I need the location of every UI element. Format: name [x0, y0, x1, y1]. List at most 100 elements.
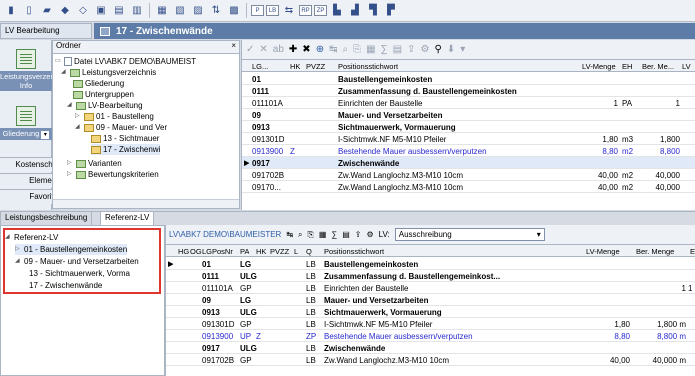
collapse-icon[interactable]: ▭ [55, 56, 62, 67]
table-row[interactable]: ▶ 0917 Zwischenwände [242, 157, 695, 169]
tree-item-lv-bearbeitung[interactable]: ◢ LV-Bearbeitung [67, 100, 143, 111]
compare-icon[interactable]: ▟ [347, 3, 363, 19]
window-icon[interactable]: ▜ [365, 3, 381, 19]
zp-button-icon[interactable]: ZP [314, 5, 327, 16]
tree-item-untergruppen[interactable]: Untergruppen [73, 89, 134, 100]
replace-icon[interactable]: ↹ [329, 44, 337, 55]
layout-icon[interactable]: ▛ [383, 3, 399, 19]
table-row[interactable]: 0913900 Z Bestehende Mauer ausbessern/verp… [242, 145, 695, 157]
table-row[interactable]: 091301D I-Sichtmwk.NF M5-M10 Pfeiler 1,80 m… [242, 133, 695, 145]
tree-item-leistungsverzeichnis[interactable]: ◢ Leistungsverzeichnis [61, 67, 156, 78]
col-hg[interactable]: HG [178, 245, 189, 258]
nav-gliederung[interactable]: Gliederung ▾ [0, 106, 52, 140]
col-lv[interactable]: LV [682, 60, 691, 73]
replace-icon[interactable]: ↹ [286, 230, 293, 239]
lb-button-icon[interactable]: LB [266, 5, 279, 16]
col-lgposnr[interactable]: LGPosNr [202, 245, 233, 258]
table-row[interactable]: 0111 ULG LB Zusammenfassung d. Baustellenge… [166, 270, 695, 282]
edit-icon[interactable]: ▦ [154, 3, 170, 19]
table-row[interactable]: 0913 Sichtmauerwerk, Vormauerung [242, 121, 695, 133]
collapsed-arrow-icon[interactable]: ▷ [75, 111, 82, 122]
print-icon[interactable]: ▤ [111, 3, 127, 19]
tree-item-gliederung[interactable]: Gliederung [73, 78, 124, 89]
col-l[interactable]: L [294, 245, 298, 258]
table-row[interactable]: 0913 ULG LB Sichtmauerwerk, Vormauerung [166, 306, 695, 318]
collapsed-arrow-icon[interactable]: ▷ [67, 158, 74, 169]
search-icon[interactable]: ⌕ [342, 44, 348, 55]
export-icon[interactable]: ◆ [57, 3, 73, 19]
nav-lv-info[interactable]: Leistungsverzeichnis Info [0, 49, 70, 91]
table-row[interactable]: 0111 Zusammenfassung d. Baustellengemeink… [242, 85, 695, 97]
paste-icon[interactable]: ▦ [319, 230, 327, 239]
col-ber-menge[interactable]: Ber. Me... [642, 60, 674, 73]
table-row[interactable]: 0917 ULG LB Zwischenwände [166, 342, 695, 354]
table-row[interactable]: 0913900 UP Z ZP Bestehende Mauer ausbessern/… [166, 330, 695, 342]
preview-icon[interactable]: ▥ [129, 3, 145, 19]
col-lv-menge[interactable]: LV-Menge [586, 245, 620, 258]
settings-icon[interactable]: ⚙ [421, 44, 430, 55]
tree-item-09[interactable]: ◢ 09 - Mauer- und Ver [75, 122, 167, 133]
remove-icon[interactable]: ✖ [302, 44, 310, 55]
sort-icon[interactable]: ⇅ [208, 3, 224, 19]
table-icon[interactable]: ▤ [342, 230, 350, 239]
col-hk[interactable]: HK [256, 245, 266, 258]
col-positionsstichwort[interactable]: Positionsstichwort [338, 60, 398, 73]
col-pvzz[interactable]: PVZZ [270, 245, 289, 258]
table-icon[interactable]: ▤ [393, 44, 402, 55]
tab-referenz-lv[interactable]: Referenz-LV [100, 212, 155, 226]
expand-arrow-icon[interactable]: ◢ [67, 100, 74, 111]
insert-icon[interactable]: ⊕ [316, 44, 324, 55]
table-row[interactable]: 091301D GP LB I-Sichtmwk.NF M5-M10 Pfeiler 1… [166, 318, 695, 330]
dropdown-arrow-icon[interactable]: ▾ [41, 131, 50, 139]
col-lg[interactable]: LG... [252, 60, 268, 73]
mark-icon[interactable]: ▨ [190, 3, 206, 19]
table-row[interactable]: 09 LG LB Mauer- und Versetzarbeiten [166, 294, 695, 306]
link-icon[interactable]: ⇆ [281, 3, 297, 19]
new-file-icon[interactable]: ▯ [21, 3, 37, 19]
move-down-icon[interactable]: ⬇ [447, 44, 455, 55]
col-pvzz[interactable]: PVZZ [306, 60, 325, 73]
col-e[interactable]: E [690, 245, 695, 258]
calc-icon[interactable]: ▩ [226, 3, 242, 19]
col-pa[interactable]: PA [240, 245, 249, 258]
expand-arrow-icon[interactable]: ◢ [75, 122, 82, 133]
text-icon[interactable]: ab [273, 44, 284, 55]
p-button-icon[interactable]: P [251, 5, 264, 16]
col-eh[interactable]: EH [622, 60, 632, 73]
table-row[interactable]: 011101A Einrichten der Baustelle 1 PA 1 [242, 97, 695, 109]
delete-icon[interactable]: ✕ [259, 44, 267, 55]
import-icon[interactable]: ◇ [75, 3, 91, 19]
export-icon[interactable]: ⇪ [355, 230, 362, 239]
calc-icon[interactable]: ∑ [331, 230, 337, 239]
find-icon[interactable]: ⚲ [434, 44, 441, 55]
filter-icon[interactable]: ▧ [172, 3, 188, 19]
calc-icon[interactable]: ∑ [381, 44, 388, 55]
col-og[interactable]: OG [190, 245, 202, 258]
add-icon[interactable]: ✚ [289, 44, 297, 55]
paste-icon[interactable]: ▦ [366, 44, 375, 55]
settings-icon[interactable]: ⚙ [366, 230, 373, 239]
catalog-icon[interactable]: ▙ [329, 3, 345, 19]
tree-item-17[interactable]: 17 - Zwischenwi [91, 144, 161, 155]
tree-item-root[interactable]: ▭ Datei LV\ABK7 DEMO\BAUMEIST [55, 56, 196, 67]
table-row[interactable]: 091702B GP LB Zw.Wand Langlochz.M3-M10 10cm… [166, 354, 695, 366]
table-row[interactable]: 091702B Zw.Wand Langlochz.M3-M10 10cm 40,0… [242, 169, 695, 181]
table-row[interactable]: 09170... Zw.Wand Langlochz.M3-M10 10cm 40,… [242, 181, 695, 193]
col-lv-menge[interactable]: LV-Menge [582, 60, 616, 73]
more-icon[interactable]: ▾ [460, 44, 465, 55]
copy-icon[interactable]: ⎘ [308, 230, 314, 240]
table-row[interactable]: 01 Baustellengemeinkosten [242, 73, 695, 85]
copy-icon[interactable]: ⎘ [353, 44, 361, 55]
collapsed-arrow-icon[interactable]: ▷ [67, 169, 74, 180]
tab-leistungsbeschreibung[interactable]: Leistungsbeschreibung [0, 212, 93, 226]
table-row[interactable]: 011101AGPLBEinrichten der Baustelle11 P [166, 282, 695, 294]
col-ber-menge[interactable]: Ber. Menge [636, 245, 674, 258]
tree-item-01[interactable]: ▷ 01 - Baustelleng [75, 111, 154, 122]
col-q[interactable]: Q [306, 245, 312, 258]
lv-bearbeitung-tab[interactable]: LV Bearbeitung [0, 23, 92, 39]
export-icon[interactable]: ⇪ [407, 44, 415, 55]
table-row[interactable]: 09 Mauer- und Versetzarbeiten [242, 109, 695, 121]
lv-select[interactable]: Ausschreibung ▾ [394, 228, 545, 241]
col-positionsstichwort[interactable]: Positionsstichwort [324, 245, 384, 258]
open-folder-icon[interactable]: ▰ [39, 3, 55, 19]
